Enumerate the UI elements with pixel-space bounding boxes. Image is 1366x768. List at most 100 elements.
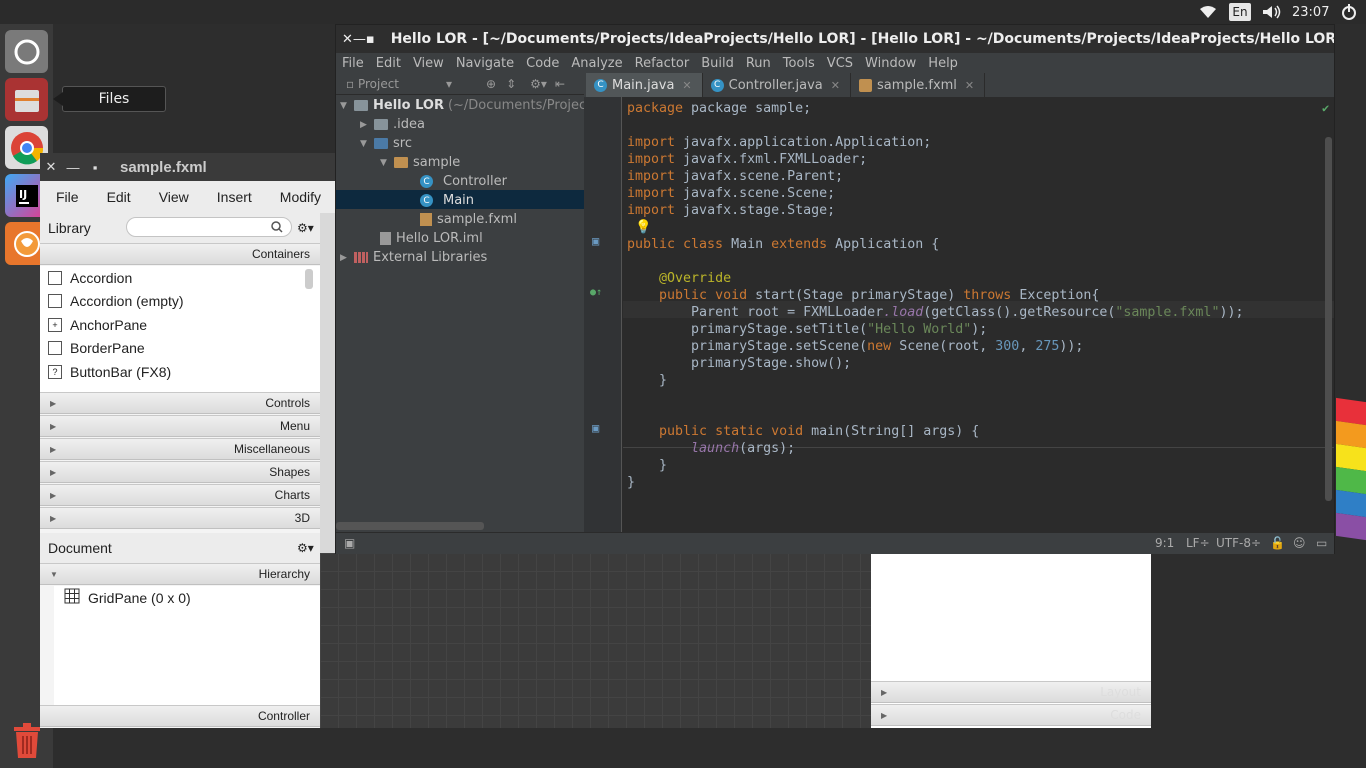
files-icon[interactable] (5, 78, 48, 121)
menu-refactor[interactable]: Refactor (629, 56, 696, 71)
project-scrollbar[interactable] (336, 522, 484, 530)
inspector-panel: ▶ Layout ▶ Code (871, 553, 1151, 728)
menu-view[interactable]: View (143, 189, 201, 205)
menu-edit[interactable]: Edit (91, 189, 143, 205)
close-tab-icon[interactable]: ✕ (965, 79, 974, 92)
section-menu[interactable]: ▶ Menu (40, 415, 320, 437)
list-item[interactable]: Accordion (40, 266, 320, 290)
trash-icon[interactable] (12, 723, 42, 759)
wifi-icon[interactable] (1199, 0, 1217, 24)
menu-run[interactable]: Run (740, 56, 777, 71)
maximize-icon[interactable]: ▪ (366, 32, 375, 47)
dropdown-arrow-icon[interactable]: ▾ (446, 77, 452, 91)
menu-analyze[interactable]: Analyze (565, 56, 628, 71)
keyboard-language-indicator[interactable]: En (1229, 3, 1251, 21)
expand-arrow-icon[interactable]: ▶ (360, 120, 374, 130)
code-line: import javafx.scene.Parent; (627, 169, 844, 184)
section-shapes[interactable]: ▶ Shapes (40, 461, 320, 483)
tree-node-src[interactable]: ▼ src (360, 134, 412, 153)
close-icon[interactable]: ✕ (40, 159, 62, 175)
minimize-icon[interactable]: — (353, 32, 366, 47)
window-title: Hello LOR - [~/Documents/Projects/IdeaPr… (390, 31, 1334, 47)
menu-navigate[interactable]: Navigate (450, 56, 520, 71)
tab-main-java[interactable]: C Main.java ✕ (586, 73, 703, 97)
tree-node-idea[interactable]: ▶ .idea (360, 115, 425, 134)
section-label: Containers (251, 247, 310, 261)
library-scrollbar[interactable] (305, 269, 313, 289)
locate-icon[interactable]: ⊕ (486, 77, 496, 91)
menu-code[interactable]: Code (520, 56, 565, 71)
code-editor[interactable]: ▣ ●↑ ▣ ✔ package package sample; import … (584, 97, 1334, 532)
tab-sample-fxml[interactable]: sample.fxml ✕ (851, 73, 986, 97)
section-miscellaneous[interactable]: ▶ Miscellaneous (40, 438, 320, 460)
file-encoding[interactable]: UTF-8÷ (1216, 536, 1261, 550)
menu-build[interactable]: Build (695, 56, 740, 71)
minimize-icon[interactable]: — (62, 160, 84, 175)
border-pane-icon (48, 341, 62, 356)
section-3d[interactable]: ▶ 3D (40, 507, 320, 529)
menu-edit[interactable]: Edit (370, 56, 407, 71)
maximize-icon[interactable]: ▪ (84, 160, 106, 175)
list-item[interactable]: ? ButtonBar (FX8) (40, 360, 320, 384)
clock[interactable]: 23:07 (1292, 0, 1329, 24)
collapse-arrow-icon[interactable]: ▼ (380, 158, 394, 168)
run-gutter-icon[interactable]: ▣ (592, 234, 599, 248)
line-separator[interactable]: LF÷ (1186, 536, 1210, 550)
hierarchy-item[interactable]: GridPane (0 x 0) (54, 586, 320, 610)
tree-node-iml[interactable]: Hello LOR.iml (380, 229, 483, 248)
section-layout[interactable]: ▶ Layout (871, 681, 1151, 703)
notifications-icon[interactable]: ▭ (1316, 536, 1327, 550)
menu-window[interactable]: Window (859, 56, 922, 71)
close-tab-icon[interactable]: ✕ (682, 79, 691, 92)
project-view-dropdown[interactable]: ▫ Project (346, 77, 442, 91)
tree-node-root[interactable]: ▼ Hello LOR (~/Documents/Project (340, 96, 591, 115)
menu-vcs[interactable]: VCS (821, 56, 859, 71)
menu-help[interactable]: Help (922, 56, 964, 71)
tree-node-sample-fxml[interactable]: sample.fxml (420, 210, 517, 229)
close-icon[interactable]: ✕ (342, 32, 353, 47)
menu-file[interactable]: File (40, 189, 91, 205)
tree-node-main[interactable]: C Main (420, 191, 474, 210)
section-containers[interactable]: Containers (40, 243, 320, 265)
inspector-icon[interactable]: ☺ (1293, 536, 1306, 550)
section-code[interactable]: ▶ Code (871, 704, 1151, 726)
ubuntu-logo-icon[interactable] (5, 30, 48, 73)
caret-position[interactable]: 9:1 (1155, 536, 1174, 550)
gear-icon[interactable]: ⚙▾ (297, 541, 314, 555)
settings-icon[interactable]: ⚙▾ (530, 77, 547, 91)
list-item[interactable]: + AnchorPane (40, 313, 320, 337)
collapse-arrow-icon[interactable]: ▼ (340, 101, 354, 111)
scene-builder-canvas[interactable] (320, 553, 872, 728)
tree-node-sample[interactable]: ▼ sample (380, 153, 460, 172)
volume-icon[interactable] (1262, 0, 1282, 24)
code-line: @Override (659, 271, 732, 286)
library-search-input[interactable] (126, 217, 292, 237)
collapse-all-icon[interactable]: ⇕ (506, 77, 516, 91)
list-item[interactable]: Accordion (empty) (40, 290, 320, 314)
tree-node-external-libraries[interactable]: ▶ External Libraries (340, 248, 487, 267)
section-charts[interactable]: ▶ Charts (40, 484, 320, 506)
tab-controller-java[interactable]: C Controller.java ✕ (703, 73, 851, 97)
tool-window-toggle-icon[interactable]: ▣ (344, 536, 355, 550)
expand-arrow-icon[interactable]: ▶ (340, 253, 354, 263)
override-gutter-icon[interactable]: ●↑ (590, 287, 602, 298)
list-item[interactable]: BorderPane (40, 337, 320, 361)
collapse-arrow-icon[interactable]: ▼ (360, 139, 374, 149)
lock-icon[interactable]: 🔓 (1270, 536, 1285, 550)
section-controller[interactable]: Controller (40, 705, 320, 727)
menu-tools[interactable]: Tools (777, 56, 821, 71)
tree-node-controller[interactable]: C Controller (420, 172, 507, 191)
power-icon[interactable] (1340, 0, 1358, 24)
lightbulb-icon[interactable]: 💡 (635, 220, 652, 235)
gear-icon[interactable]: ⚙▾ (297, 221, 314, 235)
section-hierarchy[interactable]: ▼ Hierarchy (40, 563, 320, 585)
close-tab-icon[interactable]: ✕ (831, 79, 840, 92)
menu-view[interactable]: View (407, 56, 450, 71)
menu-insert[interactable]: Insert (201, 189, 264, 205)
run-gutter-icon[interactable]: ▣ (592, 421, 599, 435)
section-controls[interactable]: ▶ Controls (40, 392, 320, 414)
menu-file[interactable]: File (336, 56, 370, 71)
menu-modify[interactable]: Modify (264, 189, 333, 205)
hide-icon[interactable]: ⇤ (555, 77, 565, 91)
